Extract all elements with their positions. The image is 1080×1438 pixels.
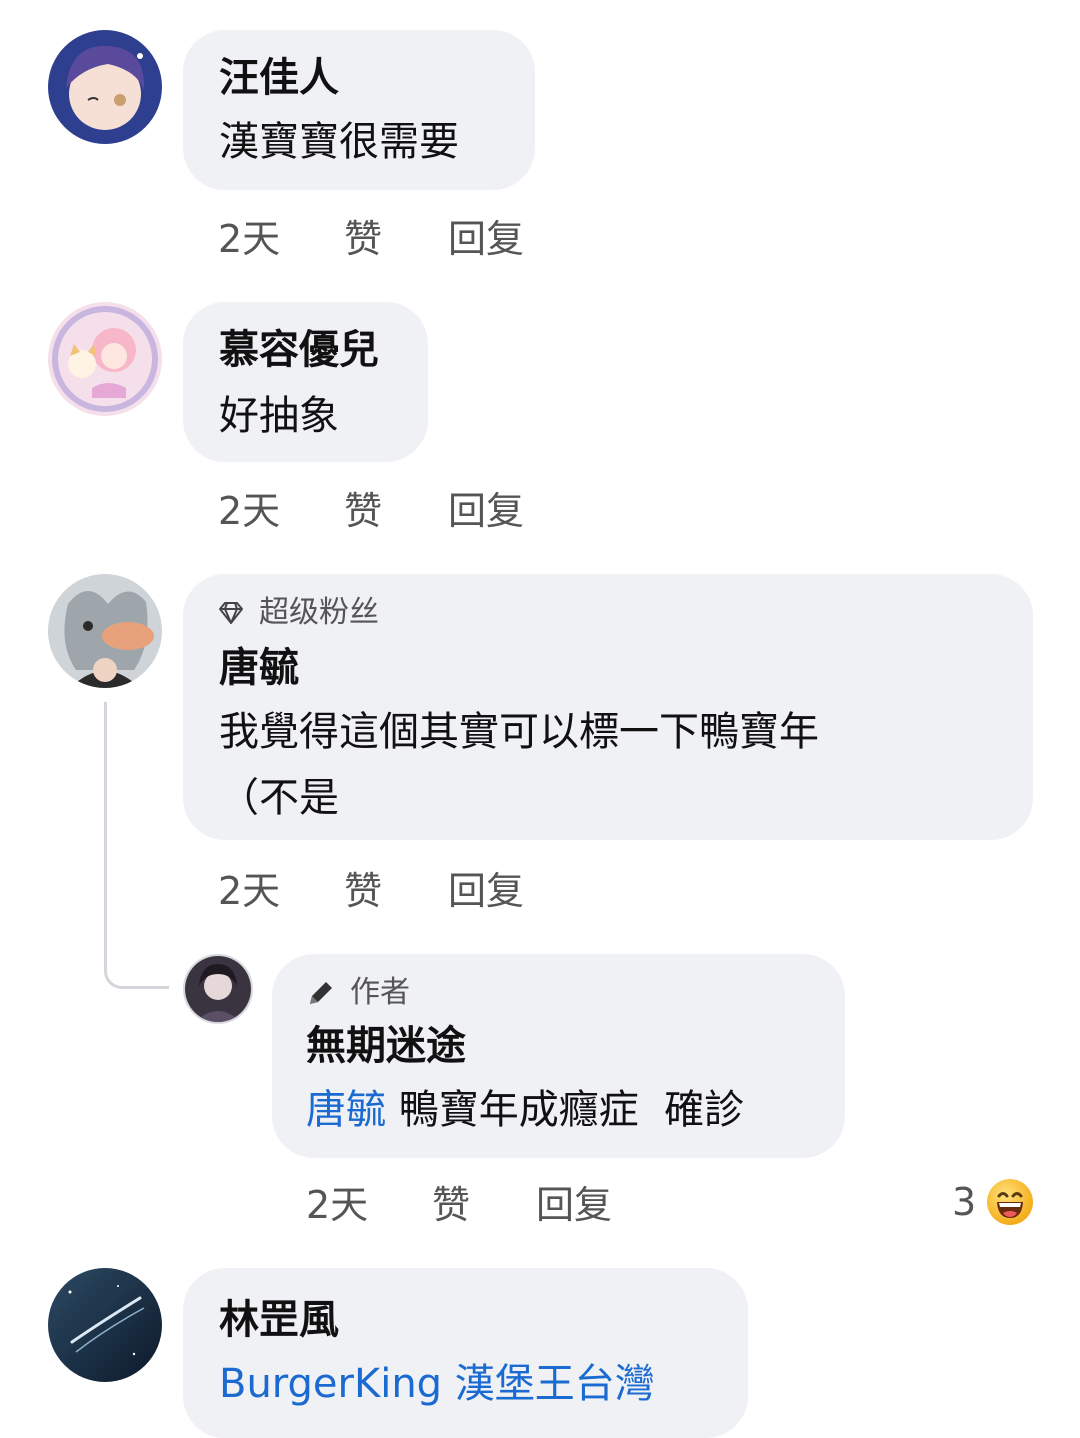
- comment-text: 好抽象: [219, 393, 339, 439]
- comment-actions: 2天 赞 回复: [218, 492, 558, 536]
- reply-button[interactable]: 回复: [448, 220, 524, 258]
- comment-actions: 2天 赞 回复: [218, 220, 558, 264]
- reaction-summary[interactable]: 3: [952, 1178, 1034, 1226]
- comment-text-line-2: （不是: [219, 775, 339, 821]
- avatar[interactable]: [48, 302, 162, 416]
- reply-thread-line: [104, 702, 169, 989]
- comment-bubble: 林罡風 BurgerKing 漢堡王台灣: [183, 1268, 748, 1438]
- reply-button[interactable]: 回复: [448, 492, 524, 530]
- reply-text: 唐毓 鴨寶年成癮症 確診: [306, 1090, 744, 1130]
- diamond-icon: [219, 602, 243, 624]
- reaction-count: 3: [952, 1180, 977, 1224]
- avatar[interactable]: [183, 954, 253, 1024]
- author-badge: 作者: [306, 978, 410, 1008]
- grinning-face-emoji-icon: [987, 1179, 1034, 1225]
- avatar[interactable]: [48, 574, 162, 688]
- commenter-name[interactable]: 林罡風: [219, 1300, 339, 1340]
- like-button[interactable]: 赞: [344, 220, 382, 258]
- comment-time: 2天: [218, 869, 281, 913]
- comment-actions: 2天 赞 回复: [218, 872, 558, 916]
- mention-link[interactable]: 唐毓: [306, 1087, 386, 1133]
- reply-bubble: 作者 無期迷途 唐毓 鴨寶年成癮症 確診: [272, 954, 845, 1158]
- comment-text: 漢寶寶很需要: [219, 119, 459, 165]
- super-fan-badge: 超级粉丝: [217, 598, 379, 628]
- commenter-name[interactable]: 慕容優兒: [219, 330, 379, 370]
- avatar[interactable]: [48, 30, 162, 144]
- reply-button[interactable]: 回复: [448, 872, 524, 910]
- reply-actions: 2天 赞 回复: [306, 1186, 646, 1230]
- page-mention-link[interactable]: BurgerKing 漢堡王台灣: [219, 1364, 655, 1404]
- badge-label: 作者: [350, 975, 410, 1010]
- comment-text-line-1: 我覺得這個其實可以標一下鴨寶年: [219, 709, 819, 755]
- avatar[interactable]: [48, 1268, 162, 1382]
- commenter-name[interactable]: 唐毓: [219, 648, 299, 688]
- comment-time: 2天: [218, 217, 281, 261]
- badge-label: 超级粉丝: [259, 595, 379, 630]
- pencil-icon: [310, 982, 332, 1004]
- commenter-name[interactable]: 無期迷途: [306, 1026, 466, 1066]
- like-button[interactable]: 赞: [344, 872, 382, 910]
- reply-button[interactable]: 回复: [536, 1186, 612, 1224]
- like-button[interactable]: 赞: [344, 492, 382, 530]
- reply-body: 鴨寶年成癮症 確診: [398, 1087, 745, 1133]
- comment-bubble: 超级粉丝 唐毓 我覺得這個其實可以標一下鴨寶年 （不是: [183, 574, 1033, 840]
- comment-bubble: 慕容優兒 好抽象: [183, 302, 428, 462]
- comment-bubble: 汪佳人 漢寶寶很需要: [183, 30, 535, 190]
- like-button[interactable]: 赞: [432, 1186, 470, 1224]
- reply-time: 2天: [306, 1183, 369, 1227]
- comment-time: 2天: [218, 489, 281, 533]
- commenter-name[interactable]: 汪佳人: [219, 58, 339, 98]
